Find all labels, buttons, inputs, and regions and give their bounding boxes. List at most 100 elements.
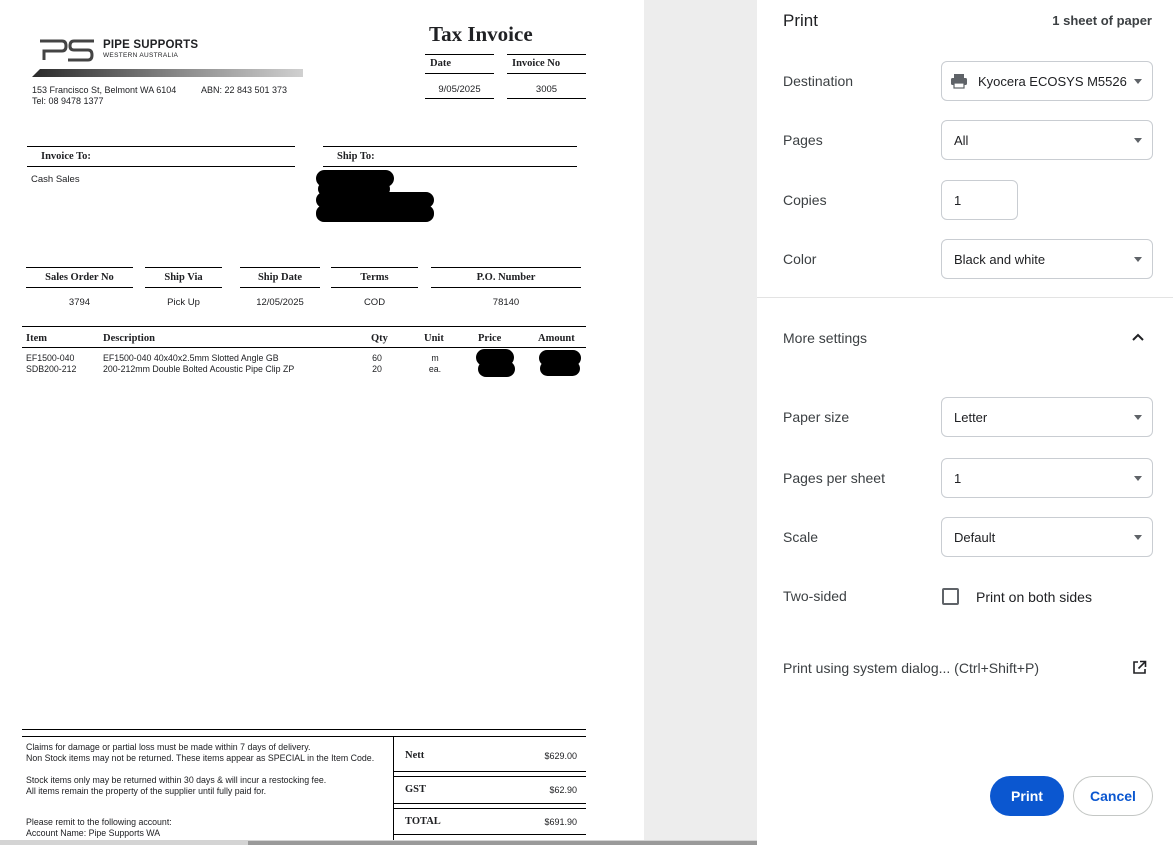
divider — [331, 267, 418, 268]
divider — [425, 73, 494, 74]
preview-gutter — [644, 0, 757, 845]
gst-label: GST — [405, 784, 427, 795]
price-header: Price — [478, 333, 502, 344]
divider — [22, 736, 586, 737]
divider — [507, 98, 586, 99]
terms-line: Stock items only may be returned within … — [26, 775, 327, 785]
pages-select[interactable]: All — [941, 120, 1153, 160]
company-address: 153 Francisco St, Belmont WA 6104 — [32, 85, 177, 95]
item-header: Item — [26, 333, 47, 344]
divider — [425, 54, 494, 55]
system-dialog-link[interactable]: Print using system dialog... (Ctrl+Shift… — [783, 660, 1039, 676]
terms-line: Non Stock items may not be returned. The… — [26, 753, 375, 763]
divider — [431, 267, 581, 268]
divider — [26, 267, 133, 268]
date-label: Date — [430, 58, 451, 69]
terms-value: COD — [363, 297, 386, 308]
divider — [425, 98, 494, 99]
scale-label: Scale — [783, 529, 819, 545]
total-value: $691.90 — [544, 817, 577, 827]
scale-select[interactable]: Default — [941, 517, 1153, 557]
account-line: Account Name: Pipe Supports WA — [26, 828, 161, 838]
company-logo — [40, 39, 94, 62]
divider — [22, 326, 586, 327]
item-description: EF1500-040 40x40x2.5mm Slotted Angle GB — [103, 353, 279, 363]
two-sided-checkbox[interactable] — [942, 588, 959, 605]
scrollbar-thumb[interactable] — [248, 841, 757, 845]
paper-size-label: Paper size — [783, 409, 850, 425]
company-abn: ABN: 22 843 501 373 — [201, 85, 288, 95]
invoice-to-label: Invoice To: — [41, 151, 91, 162]
nett-value: $629.00 — [544, 751, 577, 761]
ship-date-header: Ship Date — [257, 272, 303, 283]
company-subtitle: WESTERN AUSTRALIA — [103, 52, 179, 59]
divider — [240, 267, 320, 268]
divider — [145, 267, 222, 268]
terms-line: Claims for damage or partial loss must b… — [26, 742, 311, 752]
item-unit: ea. — [428, 364, 442, 374]
qty-header: Qty — [371, 333, 388, 344]
divider — [507, 54, 586, 55]
pages-per-sheet-value: 1 — [954, 470, 962, 486]
company-tel: Tel: 08 9478 1377 — [32, 96, 104, 106]
two-sided-label: Two-sided — [783, 588, 847, 604]
divider — [507, 73, 586, 74]
item-qty: 60 — [372, 353, 382, 363]
chevron-up-icon[interactable] — [1132, 333, 1144, 341]
destination-value: Kyocera ECOSYS M5526 — [978, 73, 1127, 89]
item-code: EF1500-040 — [26, 353, 75, 363]
gst-value: $62.90 — [549, 785, 577, 795]
divider — [27, 146, 295, 147]
ship-via-value: Pick Up — [167, 297, 200, 308]
logo-bar — [32, 69, 303, 77]
chevron-down-icon — [1134, 415, 1142, 420]
description-header: Description — [103, 333, 155, 344]
company-name: PIPE SUPPORTS — [103, 39, 199, 51]
open-in-new-icon[interactable] — [1132, 660, 1147, 675]
divider — [27, 166, 295, 167]
copies-label: Copies — [783, 192, 827, 208]
amount-header: Amount — [538, 333, 575, 344]
scale-value: Default — [954, 529, 996, 545]
pages-per-sheet-select[interactable]: 1 — [941, 458, 1153, 498]
redaction — [540, 361, 580, 376]
paper-size-select[interactable]: Letter — [941, 397, 1153, 437]
invoice-page: PIPE SUPPORTS WESTERN AUSTRALIA 153 Fran… — [0, 0, 644, 840]
invoice-title: Tax Invoice — [429, 22, 533, 46]
divider — [431, 287, 581, 288]
divider — [240, 287, 320, 288]
pages-per-sheet-label: Pages per sheet — [783, 470, 885, 486]
po-number-value: 78140 — [492, 297, 520, 308]
color-value: Black and white — [954, 251, 1046, 267]
print-title: Print — [783, 11, 818, 30]
divider — [331, 287, 418, 288]
more-settings-label: More settings — [783, 330, 868, 346]
ship-via-header: Ship Via — [164, 272, 203, 283]
print-button[interactable]: Print — [990, 776, 1064, 816]
terms-line: All items remain the property of the sup… — [26, 786, 267, 796]
destination-label: Destination — [783, 73, 854, 89]
item-qty: 20 — [372, 364, 382, 374]
divider — [393, 834, 586, 835]
total-label: TOTAL — [405, 816, 441, 827]
color-select[interactable]: Black and white — [941, 239, 1153, 279]
unit-header: Unit — [424, 333, 444, 344]
two-sided-option[interactable]: Print on both sides — [976, 589, 1092, 605]
chevron-down-icon — [1134, 476, 1142, 481]
invoice-no-label: Invoice No — [512, 58, 561, 69]
cancel-button[interactable]: Cancel — [1073, 776, 1153, 816]
terms-header: Terms — [360, 272, 389, 283]
chevron-down-icon — [1134, 535, 1142, 540]
divider — [323, 166, 577, 167]
divider — [393, 803, 586, 804]
pages-value: All — [954, 132, 969, 148]
divider — [393, 771, 586, 772]
paper-size-value: Letter — [954, 409, 988, 425]
destination-select[interactable]: Kyocera ECOSYS M5526 — [941, 61, 1153, 101]
item-unit: m — [431, 353, 439, 363]
print-preview-area: PIPE SUPPORTS WESTERN AUSTRALIA 153 Fran… — [0, 0, 757, 845]
copies-input[interactable]: 1 — [941, 180, 1018, 220]
divider — [393, 808, 586, 809]
color-label: Color — [783, 251, 817, 267]
redaction — [478, 361, 515, 377]
